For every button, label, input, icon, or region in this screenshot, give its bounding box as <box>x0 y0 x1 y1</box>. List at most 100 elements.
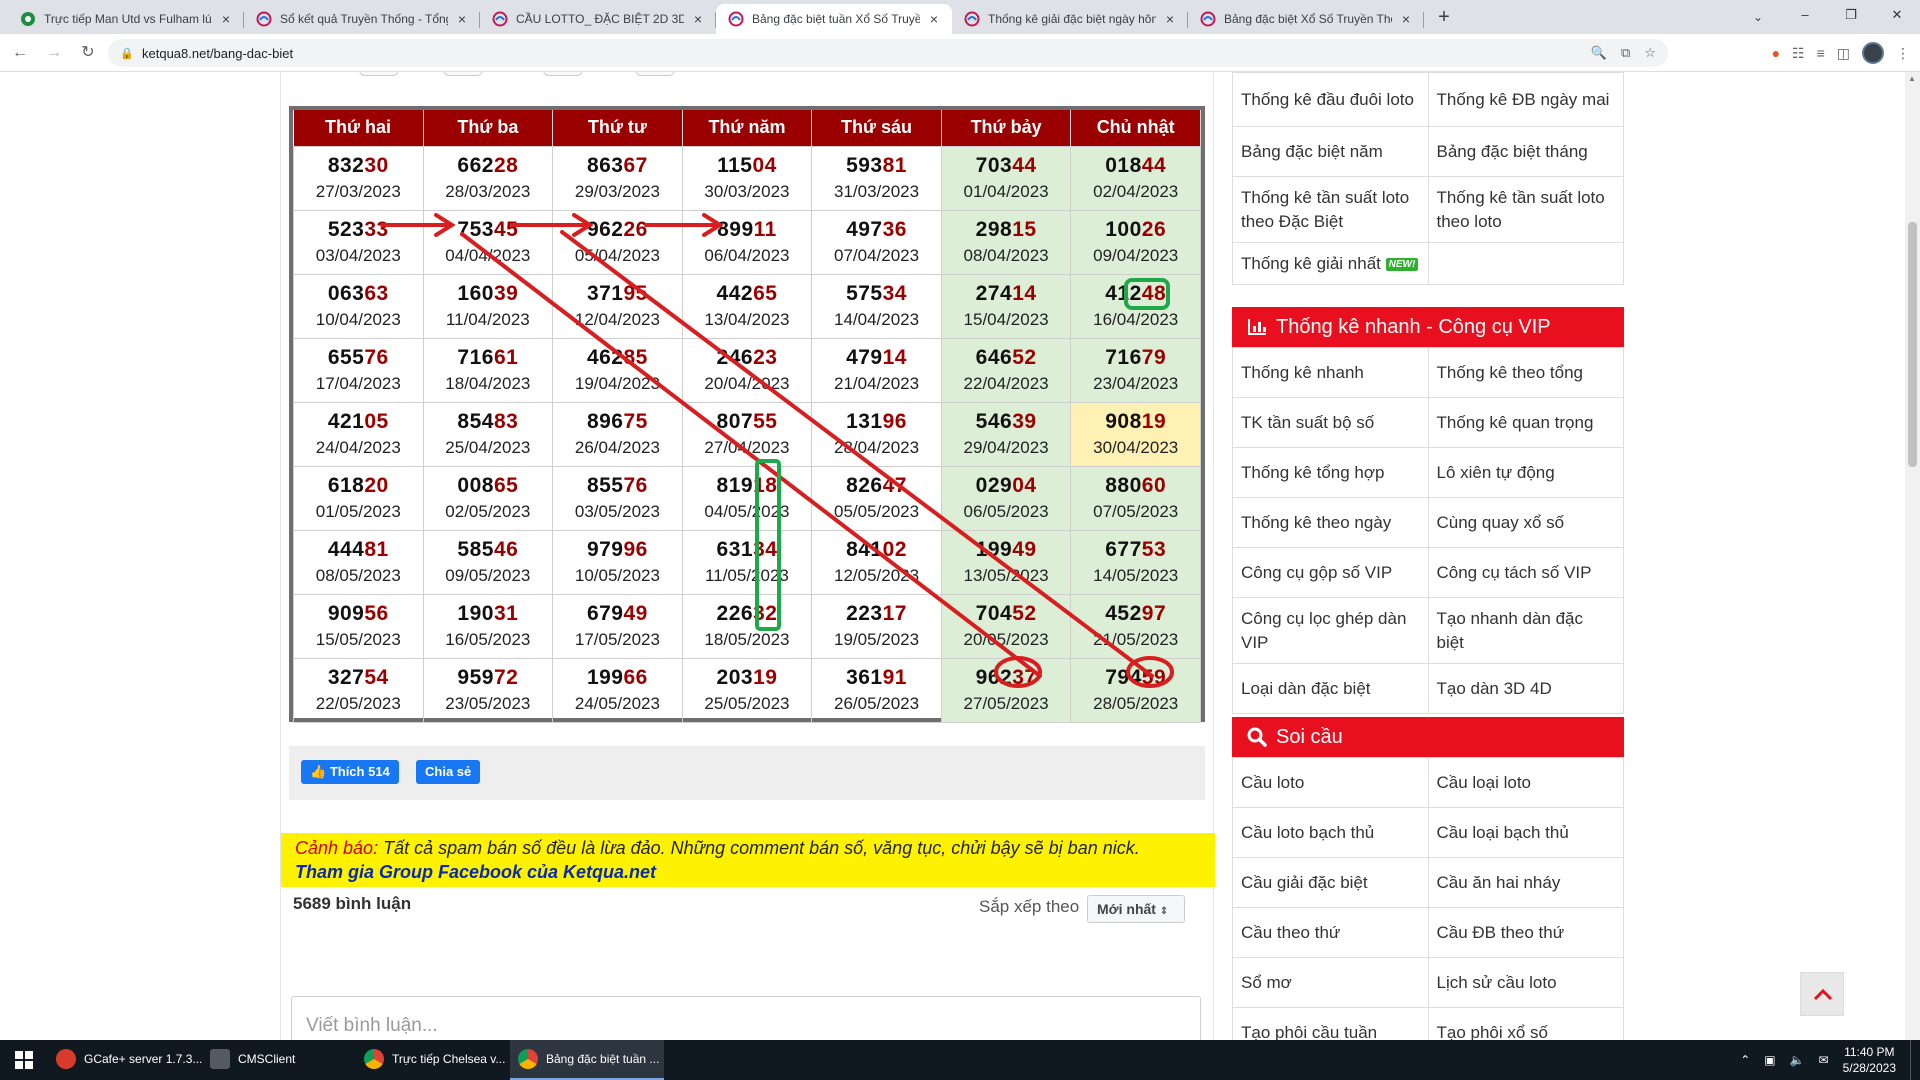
sidebar-link[interactable]: Công cụ gộp số VIP <box>1232 547 1429 598</box>
extension-flame-icon[interactable]: ● <box>1772 45 1780 61</box>
result-cell[interactable]: 41248 16/04/2023 <box>1070 273 1201 339</box>
sidebar-link[interactable]: Thống kê giải nhất NEW! <box>1232 242 1429 285</box>
result-cell[interactable]: 49736 07/04/2023 <box>811 209 942 275</box>
sidebar-link[interactable]: Sổ mơ <box>1232 957 1429 1008</box>
result-cell[interactable]: 66228 28/03/2023 <box>422 145 554 211</box>
reading-list-icon[interactable]: ≡ <box>1817 45 1825 61</box>
result-cell[interactable]: 67753 14/05/2023 <box>1070 529 1201 595</box>
sidebar-link[interactable]: Thống kê quan trọng <box>1427 397 1624 448</box>
sidebar-link[interactable]: TK tần suất bộ số <box>1232 397 1429 448</box>
result-cell[interactable]: 20319 25/05/2023 <box>681 657 813 723</box>
sidebar-link[interactable]: Tạo phôi xổ số <box>1427 1007 1624 1040</box>
result-cell[interactable]: 42105 24/04/2023 <box>293 401 424 467</box>
tray-chevron-up-icon[interactable]: ⌃ <box>1740 1053 1750 1067</box>
share-icon[interactable]: ⧉ <box>1621 45 1630 61</box>
sidebar-link[interactable]: Thống kê nhanh <box>1232 347 1429 398</box>
extensions-puzzle-icon[interactable]: ☷ <box>1792 45 1805 62</box>
result-cell[interactable]: 44481 08/05/2023 <box>293 529 424 595</box>
result-cell[interactable]: 59381 31/03/2023 <box>811 145 942 211</box>
tab-close-icon[interactable]: × <box>1162 11 1178 27</box>
sidebar-link[interactable]: Cầu loto <box>1232 757 1429 808</box>
sort-order-select[interactable]: Mới nhất ⇕ <box>1087 895 1185 923</box>
sidebar-link[interactable]: Tạo dàn 3D 4D <box>1427 663 1624 714</box>
browser-tab[interactable]: Sổ kết quả Truyền Thống - Tổng × <box>244 4 480 34</box>
result-cell[interactable]: 00865 02/05/2023 <box>422 465 554 531</box>
tab-close-icon[interactable]: × <box>1398 11 1414 27</box>
zoom-icon[interactable]: 🔍 <box>1591 45 1607 61</box>
facebook-share-button[interactable]: Chia sẻ <box>416 760 481 784</box>
result-cell[interactable]: 10026 09/04/2023 <box>1070 209 1201 275</box>
new-tab-button[interactable]: + <box>1430 4 1458 32</box>
browser-tab-active[interactable]: Bảng đặc biệt tuần Xổ Số Truyền × <box>716 4 952 34</box>
back-to-top-button[interactable] <box>1800 972 1844 1016</box>
sidebar-link[interactable]: Thống kê theo tổng <box>1427 347 1624 398</box>
sidebar-link[interactable]: Cầu loại bạch thủ <box>1427 807 1624 858</box>
notification-icon[interactable]: ✉ <box>1819 1053 1829 1067</box>
url-text[interactable]: ketqua8.net/bang-dac-biet <box>142 46 293 61</box>
result-cell[interactable]: 57534 14/04/2023 <box>811 273 942 339</box>
lock-icon[interactable]: 🔒 <box>120 47 134 60</box>
show-desktop-strip[interactable] <box>1910 1040 1914 1080</box>
result-cell[interactable]: 64652 22/04/2023 <box>940 337 1072 403</box>
result-cell[interactable]: 01844 02/04/2023 <box>1070 145 1201 211</box>
sidebar-link[interactable]: Bảng đặc biệt tháng <box>1427 126 1624 177</box>
result-cell[interactable]: 46285 19/04/2023 <box>552 337 683 403</box>
browser-tab[interactable]: Trực tiếp Man Utd vs Fulham lúc × <box>8 4 244 34</box>
result-cell[interactable]: 71661 18/04/2023 <box>422 337 554 403</box>
result-cell[interactable]: 85483 25/04/2023 <box>422 401 554 467</box>
tab-close-icon[interactable]: × <box>690 11 706 27</box>
sidebar-link[interactable]: Lịch sử cầu loto <box>1427 957 1624 1008</box>
sidebar-link[interactable]: Thống kê theo ngày <box>1232 497 1429 548</box>
sidebar-link[interactable]: Cầu giải đặc biệt <box>1232 857 1429 908</box>
network-icon[interactable]: ▣ <box>1764 1053 1775 1067</box>
sidebar-link[interactable]: Thống kê tổng hợp <box>1232 447 1429 498</box>
scroll-up-icon[interactable]: ▲ <box>1908 74 1916 83</box>
result-cell[interactable]: 32754 22/05/2023 <box>293 657 424 723</box>
reload-icon[interactable]: ↻ <box>74 39 102 67</box>
taskbar-app-button[interactable]: Trực tiếp Chelsea v... <box>356 1040 510 1080</box>
sidebar-link[interactable]: Cầu loại loto <box>1427 757 1624 808</box>
result-cell[interactable]: 88060 07/05/2023 <box>1070 465 1201 531</box>
side-panel-icon[interactable]: ◫ <box>1837 45 1850 62</box>
taskbar-app-button[interactable]: CMSClient <box>202 1040 356 1080</box>
back-arrow-icon[interactable]: ← <box>6 39 34 67</box>
sidebar-link[interactable]: Loại dàn đặc biệt <box>1232 663 1429 714</box>
filter-pill[interactable] <box>359 72 399 76</box>
result-cell[interactable]: 11504 30/03/2023 <box>681 145 813 211</box>
result-cell[interactable]: 84102 12/05/2023 <box>811 529 942 595</box>
filter-pill[interactable] <box>543 72 583 76</box>
sidebar-link[interactable]: Công cụ lọc ghép dàn VIP <box>1232 597 1429 664</box>
sidebar-link[interactable]: Lô xiên tự động <box>1427 447 1624 498</box>
result-cell[interactable]: 95972 23/05/2023 <box>422 657 554 723</box>
result-cell[interactable]: 06363 10/04/2023 <box>293 273 424 339</box>
result-cell[interactable]: 75345 04/04/2023 <box>422 209 554 275</box>
facebook-like-button[interactable]: 👍 Thích 514 <box>301 760 399 784</box>
result-cell[interactable]: 37195 12/04/2023 <box>552 273 683 339</box>
comment-input[interactable]: Viết bình luận... <box>291 996 1201 1040</box>
result-cell[interactable]: 71679 23/04/2023 <box>1070 337 1201 403</box>
result-cell[interactable]: 22317 19/05/2023 <box>811 593 942 659</box>
result-cell[interactable]: 13196 28/04/2023 <box>811 401 942 467</box>
result-cell[interactable]: 89675 26/04/2023 <box>552 401 683 467</box>
result-cell[interactable]: 67949 17/05/2023 <box>552 593 683 659</box>
result-cell[interactable]: 19031 16/05/2023 <box>422 593 554 659</box>
sidebar-link[interactable]: Thống kê đầu đuôi loto <box>1232 72 1429 127</box>
result-cell[interactable]: 44265 13/04/2023 <box>681 273 813 339</box>
sidebar-link[interactable]: Tạo phôi cầu tuần <box>1232 1007 1429 1040</box>
result-cell[interactable]: 52333 03/04/2023 <box>293 209 424 275</box>
result-cell[interactable]: 63134 11/05/2023 <box>681 529 813 595</box>
result-cell[interactable]: 65576 17/04/2023 <box>293 337 424 403</box>
result-cell[interactable]: 22632 18/05/2023 <box>681 593 813 659</box>
sidebar-link[interactable]: Cùng quay xổ số <box>1427 497 1624 548</box>
sidebar-link[interactable]: Bảng đặc biệt năm <box>1232 126 1429 177</box>
menu-kebab-icon[interactable]: ⋮ <box>1896 45 1910 62</box>
filter-pill[interactable] <box>635 72 675 76</box>
sidebar-link[interactable]: Tạo nhanh dàn đặc biệt <box>1427 597 1624 664</box>
sidebar-link[interactable]: Cầu loto bạch thủ <box>1232 807 1429 858</box>
result-cell[interactable]: 70452 20/05/2023 <box>940 593 1072 659</box>
taskbar-app-button[interactable]: GCafe+ server 1.7.3... <box>48 1040 202 1080</box>
browser-tab[interactable]: Thống kê giải đặc biệt ngày hôm × <box>952 4 1188 34</box>
facebook-group-link[interactable]: Tham gia Group Facebook của Ketqua.net <box>295 862 1201 883</box>
sidebar-link[interactable]: Cầu ĐB theo thứ <box>1427 907 1624 958</box>
result-cell[interactable]: 36191 26/05/2023 <box>811 657 942 723</box>
